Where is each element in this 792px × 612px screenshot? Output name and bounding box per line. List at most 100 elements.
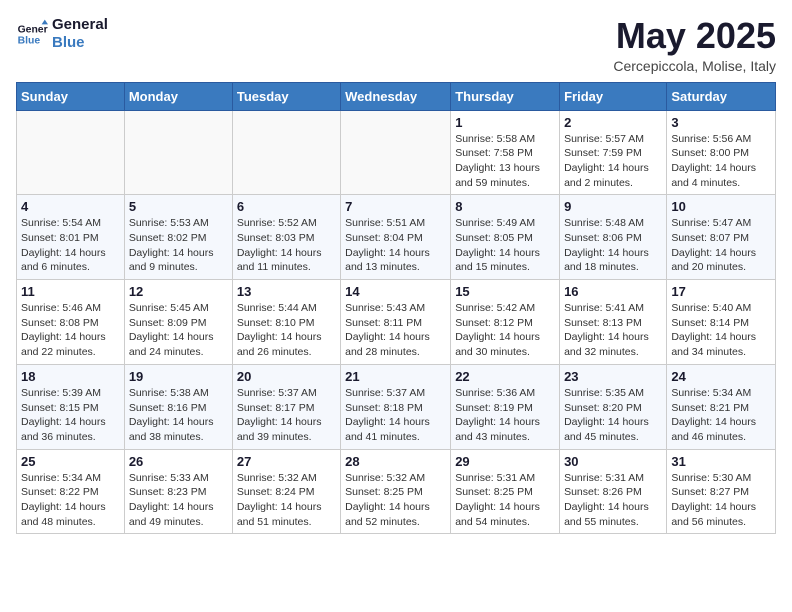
day-info: Sunrise: 5:44 AM Sunset: 8:10 PM Dayligh… xyxy=(237,301,336,360)
title-block: May 2025 Cercepiccola, Molise, Italy xyxy=(613,16,776,74)
calendar-week-row: 1 Sunrise: 5:58 AM Sunset: 7:58 PM Daylig… xyxy=(17,110,776,195)
weekday-header: Saturday xyxy=(667,82,776,110)
day-number: 7 xyxy=(345,199,446,214)
calendar-cell: 2Sunrise: 5:57 AM Sunset: 7:59 PM Daylig… xyxy=(560,110,667,195)
day-number: 13 xyxy=(237,284,336,299)
day-info: Sunrise: 5:36 AM Sunset: 8:19 PM Dayligh… xyxy=(455,386,555,445)
calendar-week-row: 25Sunrise: 5:34 AM Sunset: 8:22 PM Dayli… xyxy=(17,449,776,534)
calendar-cell: 7 Sunrise: 5:51 AM Sunset: 8:04 PM Daylig… xyxy=(341,195,451,280)
calendar-cell: 31 Sunrise: 5:30 AM Sunset: 8:27 PM Dayli… xyxy=(667,449,776,534)
day-info: Sunrise: 5:37 AM Sunset: 8:17 PM Dayligh… xyxy=(237,386,336,445)
calendar-cell xyxy=(17,110,125,195)
calendar-cell: 14Sunrise: 5:43 AM Sunset: 8:11 PM Dayli… xyxy=(341,280,451,365)
page-header: General Blue General Blue May 2025 Cerce… xyxy=(16,16,776,74)
day-info: Sunrise: 5:52 AM Sunset: 8:03 PM Dayligh… xyxy=(237,216,336,275)
calendar-cell xyxy=(341,110,451,195)
day-number: 6 xyxy=(237,199,336,214)
calendar-table: SundayMondayTuesdayWednesdayThursdayFrid… xyxy=(16,82,776,535)
month-title: May 2025 xyxy=(613,16,776,56)
logo-icon: General Blue xyxy=(16,18,48,50)
day-info: Sunrise: 5:51 AM Sunset: 8:04 PM Dayligh… xyxy=(345,216,446,275)
calendar-cell: 18 Sunrise: 5:39 AM Sunset: 8:15 PM Dayli… xyxy=(17,364,125,449)
calendar-cell: 8Sunrise: 5:49 AM Sunset: 8:05 PM Daylig… xyxy=(451,195,560,280)
weekday-header: Tuesday xyxy=(232,82,340,110)
day-info: Sunrise: 5:46 AM Sunset: 8:08 PM Dayligh… xyxy=(21,301,120,360)
day-number: 22 xyxy=(455,369,555,384)
calendar-week-row: 11 Sunrise: 5:46 AM Sunset: 8:08 PM Dayli… xyxy=(17,280,776,365)
day-number: 5 xyxy=(129,199,228,214)
day-number: 2 xyxy=(564,115,662,130)
weekday-row: SundayMondayTuesdayWednesdayThursdayFrid… xyxy=(17,82,776,110)
day-number: 19 xyxy=(129,369,228,384)
calendar-cell: 25Sunrise: 5:34 AM Sunset: 8:22 PM Dayli… xyxy=(17,449,125,534)
day-number: 15 xyxy=(455,284,555,299)
calendar-cell: 17 Sunrise: 5:40 AM Sunset: 8:14 PM Dayli… xyxy=(667,280,776,365)
day-number: 21 xyxy=(345,369,446,384)
day-info: Sunrise: 5:56 AM Sunset: 8:00 PM Dayligh… xyxy=(671,132,771,191)
day-number: 24 xyxy=(671,369,771,384)
day-info: Sunrise: 5:58 AM Sunset: 7:58 PM Dayligh… xyxy=(455,132,555,191)
svg-text:Blue: Blue xyxy=(18,36,41,47)
calendar-week-row: 4 Sunrise: 5:54 AM Sunset: 8:01 PM Daylig… xyxy=(17,195,776,280)
calendar-cell: 24 Sunrise: 5:34 AM Sunset: 8:21 PM Dayli… xyxy=(667,364,776,449)
day-info: Sunrise: 5:39 AM Sunset: 8:15 PM Dayligh… xyxy=(21,386,120,445)
day-info: Sunrise: 5:37 AM Sunset: 8:18 PM Dayligh… xyxy=(345,386,446,445)
day-info: Sunrise: 5:45 AM Sunset: 8:09 PM Dayligh… xyxy=(129,301,228,360)
day-info: Sunrise: 5:33 AM Sunset: 8:23 PM Dayligh… xyxy=(129,471,228,530)
day-info: Sunrise: 5:47 AM Sunset: 8:07 PM Dayligh… xyxy=(671,216,771,275)
calendar-body: 1 Sunrise: 5:58 AM Sunset: 7:58 PM Daylig… xyxy=(17,110,776,534)
calendar-cell: 20Sunrise: 5:37 AM Sunset: 8:17 PM Dayli… xyxy=(232,364,340,449)
calendar-cell: 15 Sunrise: 5:42 AM Sunset: 8:12 PM Dayli… xyxy=(451,280,560,365)
calendar-cell: 30Sunrise: 5:31 AM Sunset: 8:26 PM Dayli… xyxy=(560,449,667,534)
day-number: 27 xyxy=(237,454,336,469)
day-number: 28 xyxy=(345,454,446,469)
day-info: Sunrise: 5:38 AM Sunset: 8:16 PM Dayligh… xyxy=(129,386,228,445)
weekday-header: Friday xyxy=(560,82,667,110)
calendar-cell: 6 Sunrise: 5:52 AM Sunset: 8:03 PM Daylig… xyxy=(232,195,340,280)
day-number: 31 xyxy=(671,454,771,469)
day-info: Sunrise: 5:42 AM Sunset: 8:12 PM Dayligh… xyxy=(455,301,555,360)
day-number: 17 xyxy=(671,284,771,299)
weekday-header: Wednesday xyxy=(341,82,451,110)
weekday-header: Monday xyxy=(124,82,232,110)
day-number: 23 xyxy=(564,369,662,384)
weekday-header: Sunday xyxy=(17,82,125,110)
day-number: 4 xyxy=(21,199,120,214)
location-subtitle: Cercepiccola, Molise, Italy xyxy=(613,58,776,74)
day-info: Sunrise: 5:35 AM Sunset: 8:20 PM Dayligh… xyxy=(564,386,662,445)
day-number: 12 xyxy=(129,284,228,299)
calendar-cell: 29 Sunrise: 5:31 AM Sunset: 8:25 PM Dayli… xyxy=(451,449,560,534)
logo-general: General xyxy=(52,16,108,34)
day-info: Sunrise: 5:34 AM Sunset: 8:22 PM Dayligh… xyxy=(21,471,120,530)
logo: General Blue General Blue xyxy=(16,16,108,52)
day-number: 16 xyxy=(564,284,662,299)
calendar-cell xyxy=(232,110,340,195)
calendar-cell: 11 Sunrise: 5:46 AM Sunset: 8:08 PM Dayli… xyxy=(17,280,125,365)
day-number: 11 xyxy=(21,284,120,299)
day-number: 30 xyxy=(564,454,662,469)
day-info: Sunrise: 5:30 AM Sunset: 8:27 PM Dayligh… xyxy=(671,471,771,530)
calendar-cell: 13 Sunrise: 5:44 AM Sunset: 8:10 PM Dayli… xyxy=(232,280,340,365)
day-info: Sunrise: 5:32 AM Sunset: 8:24 PM Dayligh… xyxy=(237,471,336,530)
day-info: Sunrise: 5:40 AM Sunset: 8:14 PM Dayligh… xyxy=(671,301,771,360)
day-info: Sunrise: 5:31 AM Sunset: 8:25 PM Dayligh… xyxy=(455,471,555,530)
calendar-cell: 3Sunrise: 5:56 AM Sunset: 8:00 PM Daylig… xyxy=(667,110,776,195)
day-info: Sunrise: 5:53 AM Sunset: 8:02 PM Dayligh… xyxy=(129,216,228,275)
day-number: 18 xyxy=(21,369,120,384)
calendar-cell: 9Sunrise: 5:48 AM Sunset: 8:06 PM Daylig… xyxy=(560,195,667,280)
calendar-header: SundayMondayTuesdayWednesdayThursdayFrid… xyxy=(17,82,776,110)
day-info: Sunrise: 5:32 AM Sunset: 8:25 PM Dayligh… xyxy=(345,471,446,530)
day-number: 10 xyxy=(671,199,771,214)
calendar-cell: 22 Sunrise: 5:36 AM Sunset: 8:19 PM Dayli… xyxy=(451,364,560,449)
day-number: 29 xyxy=(455,454,555,469)
logo-blue: Blue xyxy=(52,34,108,52)
day-info: Sunrise: 5:54 AM Sunset: 8:01 PM Dayligh… xyxy=(21,216,120,275)
day-number: 1 xyxy=(455,115,555,130)
day-info: Sunrise: 5:34 AM Sunset: 8:21 PM Dayligh… xyxy=(671,386,771,445)
weekday-header: Thursday xyxy=(451,82,560,110)
day-number: 9 xyxy=(564,199,662,214)
calendar-cell: 5 Sunrise: 5:53 AM Sunset: 8:02 PM Daylig… xyxy=(124,195,232,280)
calendar-cell: 10 Sunrise: 5:47 AM Sunset: 8:07 PM Dayli… xyxy=(667,195,776,280)
calendar-cell xyxy=(124,110,232,195)
day-number: 26 xyxy=(129,454,228,469)
